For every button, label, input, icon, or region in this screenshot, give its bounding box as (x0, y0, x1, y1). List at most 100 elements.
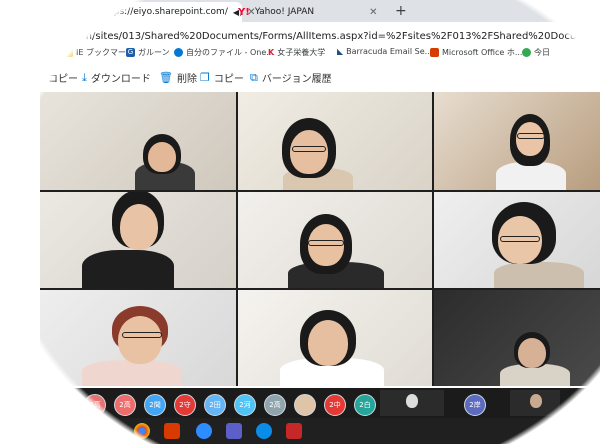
glasses-icon (517, 133, 545, 139)
glasses-icon (500, 236, 540, 242)
avatar-label: 2高 (269, 401, 281, 409)
avatar-label: 2岸 (469, 401, 481, 409)
url-text[interactable]: point.com/sites/013/Shared%20Documents/F… (42, 27, 600, 42)
command-label: のコピー (38, 74, 78, 85)
avatar-label: 2河 (239, 401, 251, 409)
bookmark-label: Microsoft Office ホ... (442, 48, 523, 57)
participant-avatar[interactable]: 2河 (234, 394, 256, 416)
new-tab-button[interactable]: + (395, 3, 407, 19)
version-history-icon: ⧉ (250, 70, 258, 84)
screenshot-frame: https://eiyo.sharepoint.com/ ◀) ✕ Y! Yah… (0, 0, 600, 444)
bookmark-label: 自分のファイル - One... (186, 48, 274, 57)
close-icon[interactable]: ✕ (369, 7, 377, 18)
tab-yahoo[interactable]: Y! Yahoo! JAPAN ✕ (238, 2, 378, 22)
participant-avatar[interactable]: 2中 (324, 394, 346, 416)
barracuda-icon: ◣ (337, 47, 344, 56)
participant-avatar[interactable] (54, 394, 76, 416)
office-icon (430, 48, 439, 57)
tab-sharepoint[interactable]: https://eiyo.sharepoint.com/ ◀) ✕ (90, 2, 256, 22)
copy-button[interactable]: ❐ コピー (200, 70, 244, 85)
delete-button[interactable]: 🗑 削除 (159, 70, 197, 85)
participant-face (406, 394, 418, 408)
participant-face (120, 204, 158, 250)
avatar-label: 2守 (179, 401, 191, 409)
participant-avatar[interactable]: 2田 (204, 394, 226, 416)
app-icon[interactable] (286, 423, 302, 439)
participant-avatar[interactable]: 2高 (114, 394, 136, 416)
office-icon[interactable] (164, 423, 180, 439)
command-label: バージョン履歴 (261, 74, 332, 85)
command-label: コピー (213, 74, 244, 85)
chrome-icon[interactable] (134, 423, 150, 439)
participant-body (82, 250, 174, 288)
video-tile[interactable] (434, 92, 600, 190)
participant-avatar[interactable]: 2岸 (464, 394, 486, 416)
avatar-label: 2白 (359, 401, 371, 409)
download-button[interactable]: ⤓ ダウンロード (82, 70, 151, 86)
participant-body (496, 162, 566, 190)
avatar-label: 2高 (119, 401, 131, 409)
command-label: 削除 (176, 74, 197, 85)
university-icon: K (268, 48, 275, 57)
glasses-icon (308, 240, 344, 246)
participant-mini-video[interactable] (510, 390, 560, 416)
video-tile[interactable] (238, 92, 432, 190)
video-tile[interactable] (238, 192, 432, 288)
participant-face (518, 338, 546, 368)
glasses-icon (122, 332, 162, 338)
edge-icon[interactable] (256, 423, 272, 439)
bookmark-barracuda[interactable]: ◣ Barracuda Email Se... (337, 47, 432, 56)
bookmark-ie[interactable]: IE ブックマーク (64, 47, 134, 58)
participant-avatar[interactable]: 2白 (354, 394, 376, 416)
bookmark-label: Barracuda Email Se... (346, 47, 433, 56)
search-icon[interactable] (74, 423, 90, 439)
participant-body (82, 360, 182, 386)
avatar-label: 2聞 (149, 401, 161, 409)
windows-taskbar: X (40, 418, 600, 444)
excel-icon[interactable]: X (102, 423, 118, 439)
copy-command-partial[interactable]: のコピー (38, 70, 78, 85)
participant-face (530, 394, 542, 408)
participant-face (308, 320, 348, 366)
participant-avatar[interactable]: 2聞 (144, 394, 166, 416)
participant-avatar[interactable]: 2守 (174, 394, 196, 416)
copy-icon: ❐ (200, 71, 210, 84)
address-bar[interactable]: point.com/sites/013/Shared%20Documents/F… (0, 22, 600, 44)
video-tile[interactable] (40, 192, 236, 288)
download-icon: ⤓ (82, 70, 87, 84)
video-tile[interactable] (434, 192, 600, 288)
participant-avatar-photo[interactable] (294, 394, 316, 416)
teams-icon[interactable] (226, 423, 242, 439)
bookmark-university[interactable]: K 女子栄養大学 (268, 47, 325, 58)
participant-mini-video[interactable] (380, 390, 444, 416)
participant-face (148, 142, 176, 172)
bookmark-garoon[interactable]: G ガルーン (126, 47, 170, 58)
bookmark-label: 女子栄養大学 (277, 48, 326, 57)
version-history-button[interactable]: ⧉ バージョン履歴 (250, 70, 332, 86)
globe-icon (522, 48, 531, 57)
bookmark-onedrive[interactable]: 自分のファイル - One... (174, 47, 274, 58)
video-tile[interactable] (434, 290, 600, 386)
garoon-icon: G (126, 48, 135, 57)
video-tile[interactable] (40, 92, 236, 190)
video-grid (40, 92, 600, 386)
participant-face (118, 316, 162, 364)
bookmark-label: ガルーン (138, 48, 170, 57)
video-tile[interactable] (40, 290, 236, 386)
app-label: X (106, 426, 114, 436)
avatar-label: 2田 (209, 401, 221, 409)
yahoo-icon: Y! (238, 6, 250, 18)
bookmark-today[interactable]: 今日 (522, 47, 550, 58)
command-bar: のコピー ⤓ ダウンロード 🗑 削除 ❐ コピー ⧉ バージョン履歴 (0, 62, 600, 90)
bookmarks-bar: IE ブックマーク G ガルーン 自分のファイル - One... K 女子栄養… (0, 44, 600, 63)
tab-title: https://eiyo.sharepoint.com/ (101, 7, 228, 17)
command-label: ダウンロード (90, 74, 151, 85)
participant-avatar[interactable]: 2高 (84, 394, 106, 416)
zoom-icon[interactable] (196, 423, 212, 439)
bookmark-label: 今日 (534, 48, 550, 57)
participant-body (494, 262, 584, 288)
participant-face (516, 122, 544, 156)
participant-avatar[interactable]: 2高 (264, 394, 286, 416)
bookmark-office[interactable]: Microsoft Office ホ... (430, 47, 522, 58)
video-tile[interactable] (238, 290, 432, 386)
